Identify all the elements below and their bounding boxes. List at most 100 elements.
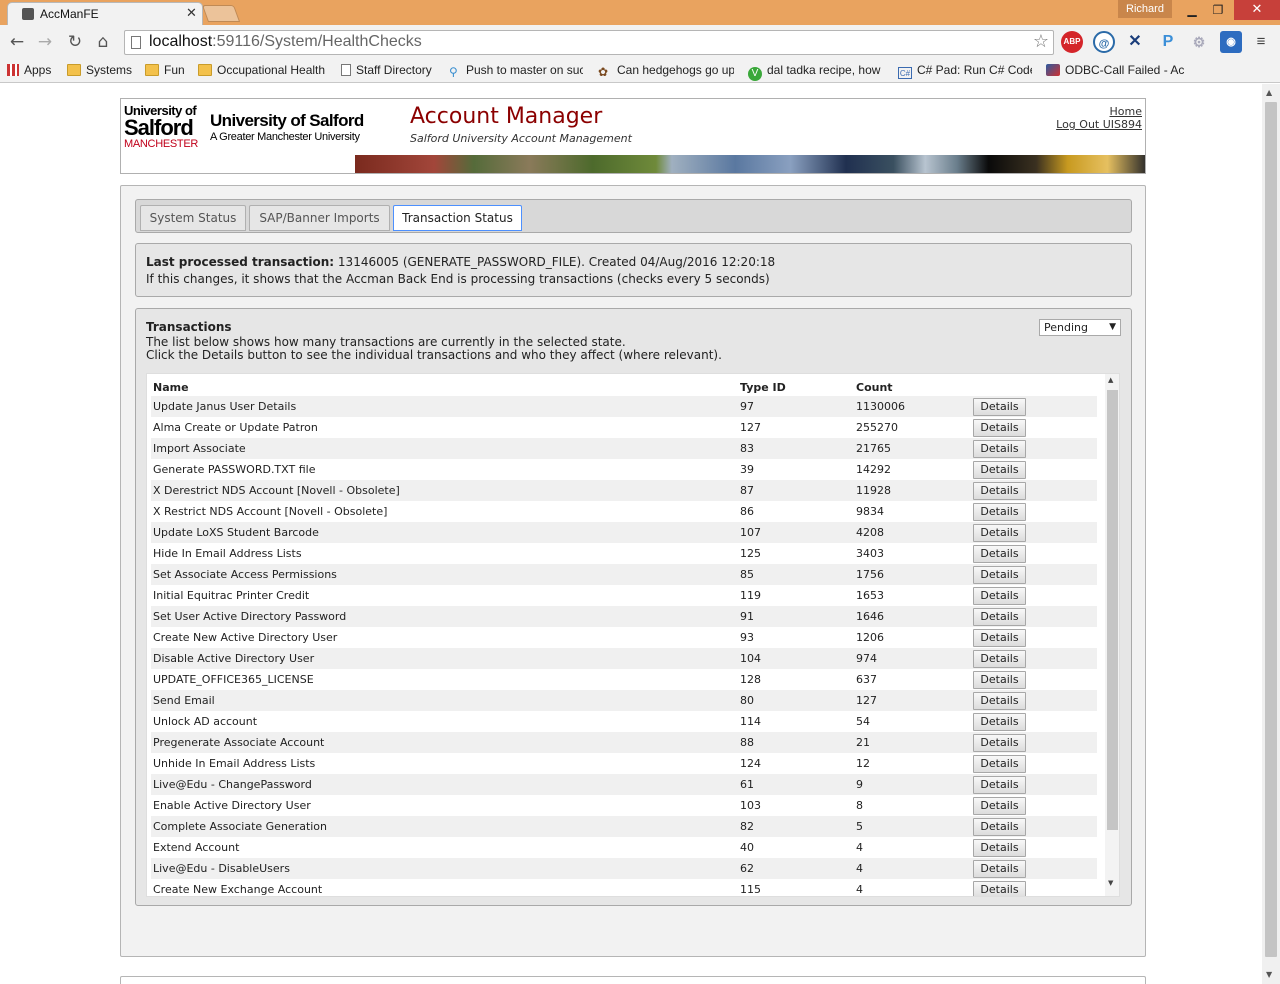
scroll-down-arrow-icon[interactable]: ▼ xyxy=(1108,879,1113,887)
bookmark-push-to-master[interactable]: ⚲ Push to master on suc xyxy=(449,63,583,77)
details-button[interactable]: Details xyxy=(973,523,1026,542)
cell-count: 637 xyxy=(856,673,877,686)
profile-user-label[interactable]: Richard xyxy=(1118,0,1172,18)
details-button[interactable]: Details xyxy=(973,880,1026,896)
table-scrollbar-thumb[interactable] xyxy=(1107,390,1118,830)
cell-count: 9 xyxy=(854,774,971,795)
bubble-icon[interactable]: ◉ xyxy=(1220,31,1242,53)
menu-icon[interactable]: ≡ xyxy=(1250,31,1272,53)
transactions-heading: Transactions xyxy=(146,320,232,334)
cell-name: Create New Exchange Account xyxy=(153,883,323,896)
details-button[interactable]: Details xyxy=(973,481,1026,500)
bookmark-dal-tadka[interactable]: Vdal tadka recipe, how xyxy=(748,63,882,81)
page-scrollbar[interactable]: ▲ ▼ xyxy=(1262,84,1280,984)
bookmark-hedgehogs[interactable]: ✿ Can hedgehogs go up xyxy=(598,63,734,77)
cell-actions: Details xyxy=(971,543,1097,564)
details-button[interactable]: Details xyxy=(973,817,1026,836)
details-button[interactable]: Details xyxy=(973,460,1026,479)
cell-actions: Details xyxy=(971,732,1097,753)
cell-count: 9834 xyxy=(856,505,884,518)
maximize-icon[interactable]: ❐ xyxy=(1204,0,1232,20)
cell-name: Enable Active Directory User xyxy=(153,799,311,812)
table-row: Unhide In Email Address Lists 124 12 Detail… xyxy=(151,753,1097,774)
close-window-icon[interactable]: ✕ xyxy=(1234,0,1280,20)
address-bar[interactable]: localhost:59116/System/HealthChecks ☆ xyxy=(124,30,1054,55)
details-button[interactable]: Details xyxy=(973,670,1026,689)
cell-name: Live@Edu - ChangePassword xyxy=(151,774,738,795)
bookmark-label: Apps xyxy=(24,63,52,77)
tools-icon[interactable]: ✕ xyxy=(1124,31,1146,53)
abp-icon[interactable]: ABP xyxy=(1061,31,1083,53)
cell-type-id: 103 xyxy=(740,799,761,812)
details-button[interactable]: Details xyxy=(973,859,1026,878)
home-link[interactable]: Home xyxy=(1056,105,1142,118)
details-button[interactable]: Details xyxy=(973,439,1026,458)
table-row: X Restrict NDS Account [Novell - Obsolet… xyxy=(151,501,1097,522)
bookmark-staff-directory[interactable]: Staff Directory xyxy=(341,63,432,77)
column-header-name: Name xyxy=(153,380,189,394)
table-row: X Derestrict NDS Account [Novell - Obsol… xyxy=(151,480,1097,501)
cell-count: 974 xyxy=(854,648,971,669)
browser-tab[interactable]: AccManFE ✕ xyxy=(7,2,203,26)
bookmark-label: Systems xyxy=(86,63,133,77)
home-icon[interactable]: ⌂ xyxy=(92,31,114,53)
tab-system-status[interactable]: System Status xyxy=(140,205,246,231)
details-button[interactable]: Details xyxy=(973,418,1026,437)
odbc-icon xyxy=(1046,64,1060,76)
cell-type-id: 119 xyxy=(740,589,761,602)
bookmark-fun[interactable]: Fun xyxy=(145,63,185,77)
details-button[interactable]: Details xyxy=(973,796,1026,815)
page-scrollbar-thumb[interactable] xyxy=(1265,102,1277,957)
header-links: Home Log Out UIS894 xyxy=(1056,105,1142,131)
bookmark-label: C# Pad: Run C# Code xyxy=(917,63,1032,77)
table-row: Initial Equitrac Printer Credit 119 1653 De… xyxy=(151,585,1097,606)
tab-transaction-status[interactable]: Transaction Status xyxy=(393,205,522,231)
details-button[interactable]: Details xyxy=(973,628,1026,647)
bookmark-label: Fun xyxy=(164,63,185,77)
details-button[interactable]: Details xyxy=(973,649,1026,668)
footer-panel xyxy=(120,976,1146,984)
details-button[interactable]: Details xyxy=(973,733,1026,752)
bookmark-apps[interactable]: Apps xyxy=(7,63,51,77)
table-scrollbar[interactable]: ▲ ▼ xyxy=(1105,374,1119,896)
tab-close-icon[interactable]: ✕ xyxy=(186,6,197,21)
column-header-actions xyxy=(971,374,1097,396)
details-button[interactable]: Details xyxy=(973,544,1026,563)
tab-sap-banner-imports[interactable]: SAP/Banner Imports xyxy=(249,205,390,231)
scroll-up-arrow-icon[interactable]: ▲ xyxy=(1266,88,1272,97)
swirl-icon[interactable]: @ xyxy=(1093,31,1115,53)
details-button[interactable]: Details xyxy=(973,691,1026,710)
reload-icon[interactable]: ↻ xyxy=(64,31,86,53)
back-arrow-icon[interactable]: ← xyxy=(6,31,28,53)
url-path: :59116/System/HealthChecks xyxy=(212,33,422,50)
logout-link[interactable]: Log Out UIS894 xyxy=(1056,118,1142,131)
last-processed-box: Last processed transaction: 13146005 (GE… xyxy=(135,243,1132,297)
table-row: Enable Active Directory User 103 8 Details xyxy=(151,795,1097,816)
forward-arrow-icon[interactable]: → xyxy=(34,31,56,53)
details-button[interactable]: Details xyxy=(973,754,1026,773)
details-button[interactable]: Details xyxy=(973,502,1026,521)
details-button[interactable]: Details xyxy=(973,712,1026,731)
scroll-down-arrow-icon[interactable]: ▼ xyxy=(1266,970,1272,979)
p-icon[interactable]: P xyxy=(1157,31,1179,53)
bookmark-star-icon[interactable]: ☆ xyxy=(1033,31,1049,52)
bookmark-systems[interactable]: Systems xyxy=(67,63,132,77)
details-button[interactable]: Details xyxy=(973,586,1026,605)
new-tab-button[interactable] xyxy=(201,5,241,22)
bookmark-occupational-health[interactable]: Occupational Health xyxy=(198,63,325,77)
puzzle-icon[interactable]: ⚙ xyxy=(1188,31,1210,53)
table-row: Pregenerate Associate Account 88 21 Details xyxy=(151,732,1097,753)
details-button[interactable]: Details xyxy=(973,838,1026,857)
cell-type-id: 82 xyxy=(738,816,854,837)
scroll-up-arrow-icon[interactable]: ▲ xyxy=(1108,376,1113,384)
details-button[interactable]: Details xyxy=(973,565,1026,584)
bookmark-odbc[interactable]: ODBC-Call Failed - Ac xyxy=(1046,63,1186,77)
details-button[interactable]: Details xyxy=(973,775,1026,794)
state-dropdown[interactable]: Pending ▼ xyxy=(1039,319,1121,336)
cell-name: Hide In Email Address Lists xyxy=(153,547,302,560)
details-button[interactable]: Details xyxy=(973,397,1026,416)
minimize-icon[interactable]: ▁ xyxy=(1178,0,1206,20)
cell-name: Update Janus User Details xyxy=(151,396,738,417)
bookmark-csharp-pad[interactable]: C# C# Pad: Run C# Code xyxy=(898,63,1032,79)
details-button[interactable]: Details xyxy=(973,607,1026,626)
